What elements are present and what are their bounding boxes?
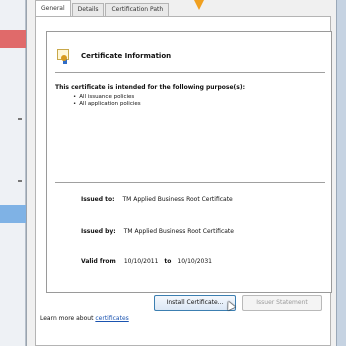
certificate-icon bbox=[57, 49, 71, 64]
background-window bbox=[0, 0, 26, 346]
divider bbox=[55, 72, 325, 73]
background-window-right bbox=[336, 0, 346, 346]
background-mark bbox=[18, 180, 22, 182]
issuer-statement-button: Issuer Statement bbox=[242, 295, 322, 311]
certificate-dialog: General Details Certification Path Certi… bbox=[26, 0, 336, 346]
issued-by-label: Issued by: bbox=[81, 228, 116, 235]
issued-to-label: Issued to: bbox=[81, 196, 115, 203]
certificate-header: Certificate Information bbox=[57, 46, 171, 66]
valid-from-value: 10/10/2011 bbox=[123, 258, 159, 265]
tab-bar: General Details Certification Path bbox=[35, 0, 170, 16]
background-red-item bbox=[0, 30, 26, 48]
certificate-title: Certificate Information bbox=[81, 52, 172, 60]
learn-more-text: Learn more about bbox=[40, 315, 94, 322]
background-mark bbox=[18, 118, 22, 120]
certificate-info-box: Certificate Information This certificate… bbox=[46, 31, 332, 293]
background-selected-item bbox=[0, 205, 26, 223]
issued-to-row: Issued to: TM Applied Business Root Cert… bbox=[81, 196, 233, 203]
tab-details[interactable]: Details bbox=[71, 3, 105, 16]
learn-more: Learn more about certificates bbox=[40, 315, 129, 322]
purpose-item: All application policies bbox=[73, 101, 140, 108]
general-panel: Certificate Information This certificate… bbox=[35, 16, 332, 346]
issued-to-value: TM Applied Business Root Certificate bbox=[122, 196, 233, 203]
issued-by-row: Issued by: TM Applied Business Root Cert… bbox=[81, 228, 234, 235]
divider bbox=[55, 182, 325, 183]
purpose-heading: This certificate is intended for the fol… bbox=[55, 84, 246, 91]
tab-general[interactable]: General bbox=[35, 0, 71, 16]
purpose-list: All issuance policies All application po… bbox=[73, 94, 141, 108]
certificates-link[interactable]: certificates bbox=[95, 315, 128, 322]
valid-row: Valid from 10/10/2011 to 10/10/2031 bbox=[81, 258, 212, 265]
valid-from-label: Valid from bbox=[81, 258, 116, 265]
purpose-item: All issuance policies bbox=[73, 94, 141, 101]
valid-to-label: to bbox=[164, 258, 172, 265]
valid-to-value: 10/10/2031 bbox=[177, 258, 212, 265]
issued-by-value: TM Applied Business Root Certificate bbox=[123, 228, 234, 235]
tab-certification-path[interactable]: Certification Path bbox=[105, 3, 170, 16]
highlight-arrow-icon bbox=[192, 0, 206, 10]
